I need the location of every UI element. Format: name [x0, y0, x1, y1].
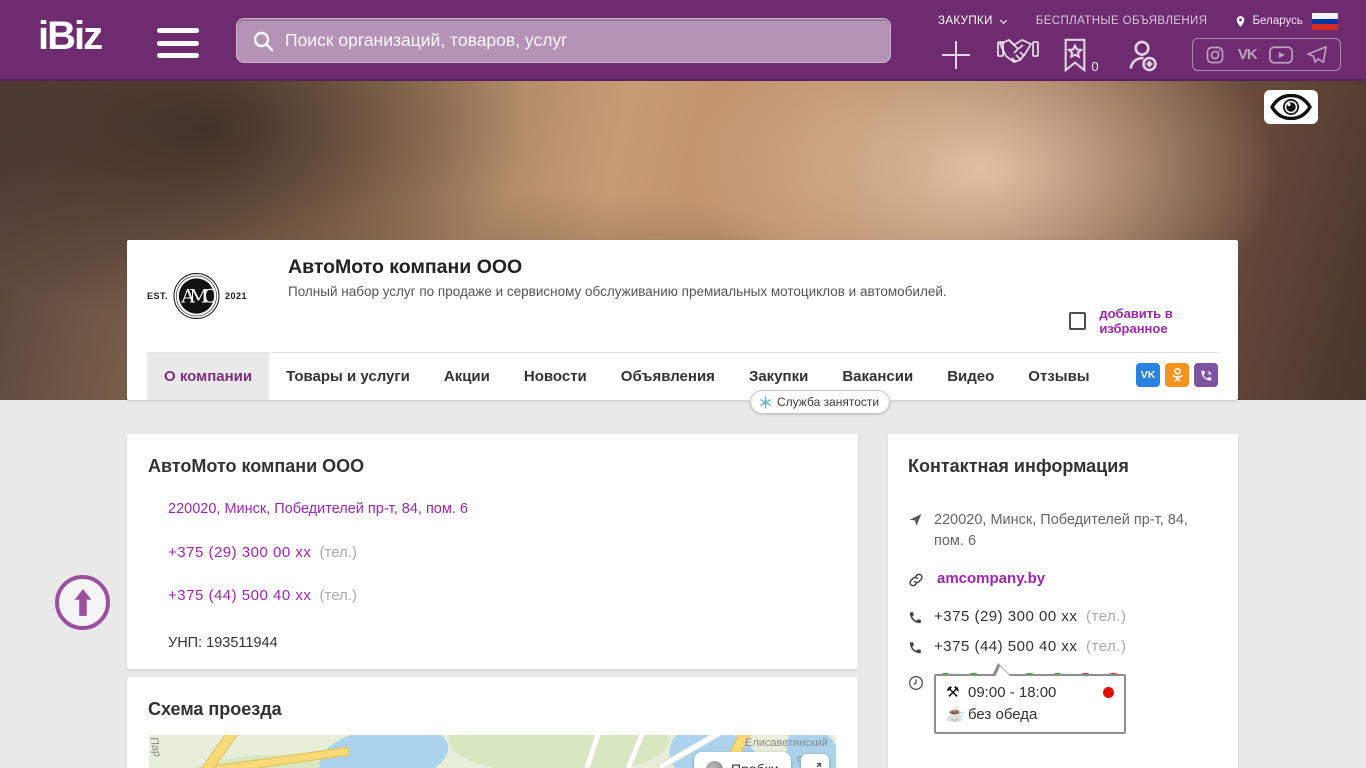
contact-title: Контактная информация: [908, 456, 1129, 477]
bookmarks-icon[interactable]: 0: [1054, 36, 1106, 74]
tab-about[interactable]: О компании: [147, 353, 269, 400]
contact-website-row: amcompany.by: [908, 570, 1218, 588]
user-register-icon[interactable]: [1116, 36, 1168, 74]
youtube-icon[interactable]: [1269, 46, 1293, 64]
company-card: EST. AMC 2021 АвтоМото компани ООО Полны…: [127, 240, 1238, 400]
about-address-link[interactable]: 220020, Минск, Победителей пр-т, 84, пом…: [168, 501, 468, 517]
phone-icon: [908, 610, 924, 625]
contact-address-row: 220020, Минск, Победителей пр-т, 84, пом…: [908, 510, 1218, 552]
expand-icon: [808, 761, 823, 768]
company-description: Полный набор услуг по продаже и сервисно…: [288, 284, 988, 299]
company-social-links: VK: [1131, 363, 1218, 387]
main-header: iBiz ЗАКУПКИ БЕСПЛАТНЫЕ ОБЪЯВЛЕНИЯ Белар…: [0, 0, 1366, 81]
company-logo: EST. AMC 2021: [147, 246, 247, 346]
add-plus-icon[interactable]: [930, 36, 982, 74]
navigation-arrow-icon: [908, 512, 924, 527]
company-tabs: О компании Товары и услуги Акции Новости…: [147, 352, 1218, 400]
phone-link[interactable]: +375 (44) 500 40 xx: [168, 587, 311, 604]
website-link[interactable]: amcompany.by: [937, 570, 1045, 587]
tab-products[interactable]: Товары и услуги: [269, 353, 427, 400]
header-top-nav: ЗАКУПКИ БЕСПЛАТНЫЕ ОБЪЯВЛЕНИЯ Беларусь: [938, 13, 1358, 29]
map-section: Схема проезда Елисаветинский ст Пар Проб…: [127, 677, 858, 768]
contact-info-section: Контактная информация 220020, Минск, Поб…: [888, 434, 1238, 768]
traffic-icon: [706, 761, 723, 768]
lunch-info: без обеда: [968, 706, 1037, 723]
link-icon: [908, 572, 924, 588]
instagram-icon[interactable]: [1205, 45, 1225, 65]
tools-icon: ⚒: [946, 683, 968, 701]
hamburger-menu-icon[interactable]: [157, 28, 199, 58]
scroll-top-button[interactable]: [55, 575, 110, 630]
employment-service-icon: [759, 396, 772, 409]
about-phone-row: +375 (29) 300 00 xx (тел.): [168, 544, 468, 561]
company-vk-icon[interactable]: VK: [1136, 363, 1160, 387]
map-canvas[interactable]: Елисаветинский ст Пар Пробки: [149, 735, 836, 768]
location-pin-icon: [1234, 14, 1247, 29]
map-title: Схема проезда: [148, 699, 282, 720]
handshake-icon[interactable]: [992, 36, 1044, 74]
working-hours: 09:00 - 18:00: [968, 684, 1103, 701]
free-ads-link[interactable]: БЕСПЛАТНЫЕ ОБЪЯВЛЕНИЯ: [1036, 15, 1208, 27]
tab-video[interactable]: Видео: [930, 353, 1011, 400]
tab-ads[interactable]: Объявления: [604, 353, 732, 400]
add-favorite-control[interactable]: добавить в избранное: [1069, 306, 1238, 336]
geo-selector[interactable]: Беларусь: [1234, 14, 1302, 29]
working-hours-tooltip: ⚒ 09:00 - 18:00 ☕ без обеда: [934, 674, 1126, 734]
favorite-checkbox[interactable]: [1069, 312, 1086, 330]
tab-reviews[interactable]: Отзывы: [1011, 353, 1106, 400]
vk-icon[interactable]: VK: [1238, 46, 1257, 63]
zakupki-menu[interactable]: ЗАКУПКИ: [938, 15, 1009, 27]
tab-news[interactable]: Новости: [507, 353, 604, 400]
favorite-label: добавить в избранное: [1099, 306, 1238, 336]
company-name: АвтоМото компани ООО: [288, 256, 522, 279]
coffee-icon: ☕: [946, 705, 968, 723]
status-dot: [1103, 687, 1114, 698]
svg-text:AMC: AMC: [180, 286, 217, 307]
map-district-label: Елисаветинский: [745, 737, 828, 749]
traffic-button[interactable]: Пробки: [694, 752, 791, 768]
company-ok-icon[interactable]: [1165, 363, 1189, 387]
contact-phone[interactable]: +375 (44) 500 40 xx (тел.): [934, 638, 1126, 655]
chevron-down-icon: [998, 16, 1009, 27]
phone-link[interactable]: +375 (29) 300 00 xx: [168, 544, 311, 561]
contact-phone[interactable]: +375 (29) 300 00 xx (тел.): [934, 608, 1126, 625]
search-icon: [251, 29, 275, 53]
header-action-icons: 0: [930, 36, 1178, 74]
employment-service-tooltip: Служба занятости: [750, 390, 890, 414]
about-section: АвтоМото компани ООО 220020, Минск, Побе…: [127, 434, 858, 669]
tab-promos[interactable]: Акции: [427, 353, 507, 400]
search-input[interactable]: [285, 30, 876, 51]
language-flag-ru[interactable]: [1312, 13, 1338, 30]
header-social-links: VK: [1192, 38, 1341, 71]
about-title: АвтоМото компани ООО: [148, 456, 364, 477]
about-phone-row: +375 (44) 500 40 xx (тел.): [168, 587, 468, 604]
company-unp: УНП: 193511944: [168, 635, 468, 651]
page: iBiz ЗАКУПКИ БЕСПЛАТНЫЕ ОБЪЯВЛЕНИЯ Белар…: [0, 0, 1366, 768]
clock-icon: [908, 675, 924, 691]
views-eye-icon: [1264, 90, 1318, 124]
company-viber-icon[interactable]: [1194, 363, 1218, 387]
phone-icon: [908, 640, 924, 655]
bookmarks-count: 0: [1091, 59, 1098, 74]
contact-phone-row: +375 (29) 300 00 xx (тел.): [908, 608, 1218, 625]
contact-phone-row: +375 (44) 500 40 xx (тел.): [908, 638, 1218, 655]
arrow-up-icon: [70, 588, 96, 618]
map-street-left-label: Пар: [149, 736, 163, 758]
telegram-icon[interactable]: [1306, 45, 1328, 65]
site-logo[interactable]: iBiz: [38, 14, 101, 59]
search-bar: [236, 18, 891, 63]
map-expand-button[interactable]: [801, 754, 829, 768]
